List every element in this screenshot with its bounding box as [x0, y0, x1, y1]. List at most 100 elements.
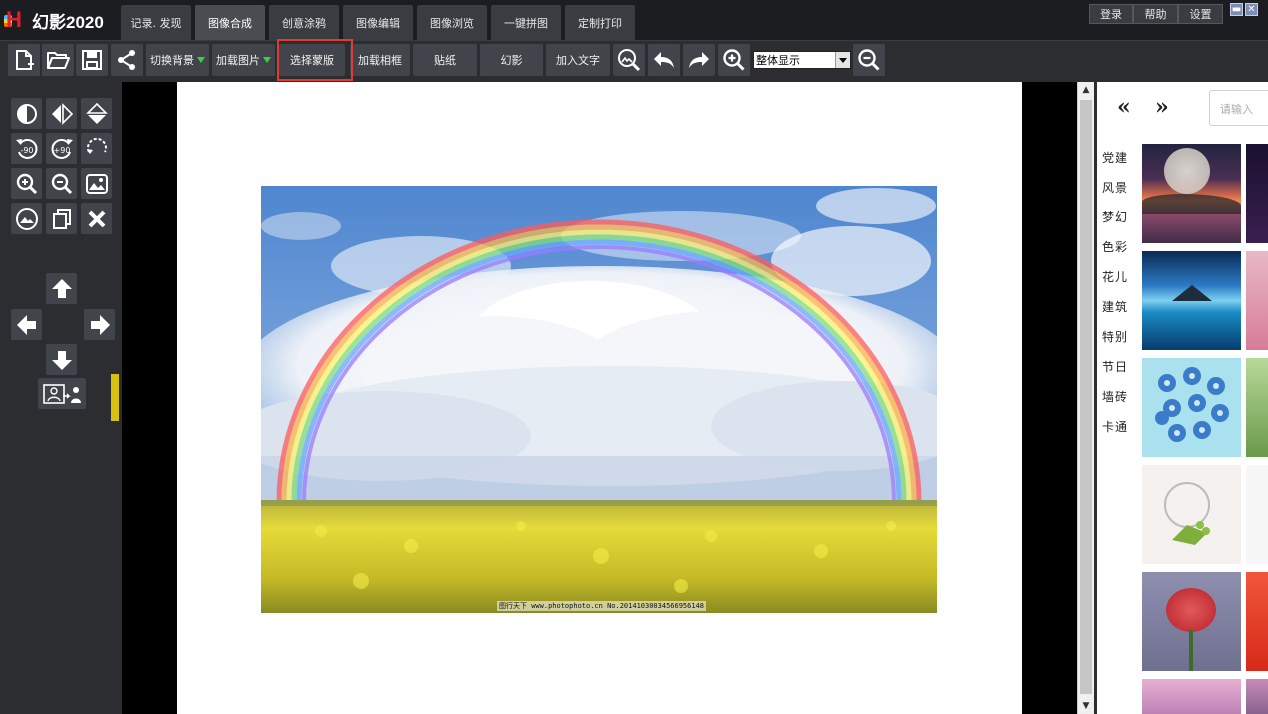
- panel-collapse-handle[interactable]: [111, 374, 119, 421]
- material-thumb-night-sky[interactable]: [1246, 144, 1268, 243]
- undo-button[interactable]: [648, 44, 680, 76]
- category-scenery[interactable]: 风景: [1102, 179, 1128, 196]
- tab-image-edit[interactable]: 图像编辑: [343, 5, 413, 40]
- save-button[interactable]: [76, 44, 108, 76]
- category-architecture[interactable]: 建筑: [1102, 298, 1128, 315]
- fit-image-button[interactable]: [81, 168, 112, 199]
- add-text-button[interactable]: 加入文字: [546, 44, 610, 76]
- rotate-right-90-icon: +90: [51, 138, 73, 159]
- sticker-button[interactable]: 贴纸: [413, 44, 477, 76]
- material-thumb-moon-lake[interactable]: [1142, 144, 1241, 243]
- material-thumb-green-flowers[interactable]: [1246, 358, 1268, 457]
- category-color[interactable]: 色彩: [1102, 238, 1128, 255]
- image-zoom-out-button[interactable]: [46, 168, 77, 199]
- image-frame-button[interactable]: [11, 203, 42, 234]
- material-search-input[interactable]: 请输入: [1209, 90, 1268, 126]
- tab-record-discover[interactable]: 记录. 发现: [121, 5, 191, 40]
- material-thumb-red-rose[interactable]: [1142, 572, 1241, 671]
- material-thumb-pink-blossom[interactable]: [1142, 679, 1241, 714]
- arrow-down-icon: [51, 350, 72, 370]
- material-thumb-purple[interactable]: [1246, 679, 1268, 714]
- load-picture-label: 加载图片: [216, 54, 260, 67]
- category-cartoon[interactable]: 卡通: [1102, 418, 1128, 435]
- chevron-down-icon: [835, 52, 850, 68]
- undo-icon: [654, 52, 674, 68]
- category-flowers[interactable]: 花儿: [1102, 268, 1128, 285]
- category-special[interactable]: 特别: [1102, 328, 1128, 345]
- tab-creative-graffiti[interactable]: 创意涂鸦: [269, 5, 339, 40]
- flip-vertical-button[interactable]: [81, 98, 112, 129]
- material-thumb-blue-flowers[interactable]: [1142, 358, 1241, 457]
- material-thumb-pink-petals[interactable]: [1246, 251, 1268, 350]
- rotate-right-90-button[interactable]: +90: [46, 133, 77, 164]
- redo-button[interactable]: [683, 44, 715, 76]
- material-thumb-blue-lake[interactable]: [1142, 251, 1241, 350]
- category-wall-tiles[interactable]: 墙砖: [1102, 388, 1128, 405]
- image-search-icon: [618, 49, 641, 72]
- tab-one-click-collage[interactable]: 一键拼图: [491, 5, 561, 40]
- scroll-up-arrow-icon[interactable]: ▲: [1078, 82, 1094, 98]
- image-frame-icon: [15, 207, 38, 230]
- category-fantasy[interactable]: 梦幻: [1102, 208, 1128, 225]
- landscape-image-icon: [85, 173, 108, 194]
- scroll-down-arrow-icon[interactable]: ▼: [1078, 698, 1094, 714]
- free-rotate-button[interactable]: [81, 133, 112, 164]
- contrast-button[interactable]: [11, 98, 42, 129]
- rainbow-field-image: [261, 186, 937, 613]
- next-page-button[interactable]: »: [1155, 94, 1169, 120]
- move-right-button[interactable]: [84, 309, 115, 340]
- material-thumb-red-flowers[interactable]: [1246, 572, 1268, 671]
- load-picture-button[interactable]: 加载图片: [212, 44, 275, 76]
- category-party-building[interactable]: 党建: [1102, 149, 1128, 166]
- tab-custom-print[interactable]: 定制打印: [565, 5, 635, 40]
- zoom-out-button[interactable]: [853, 44, 885, 76]
- app-window: H 幻影2020 记录. 发现 图像合成 创意涂鸦 图像编辑 图像浏览 一键拼图…: [0, 0, 1268, 714]
- flip-horizontal-button[interactable]: [46, 98, 77, 129]
- settings-button[interactable]: 设置: [1178, 4, 1223, 24]
- copy-icon: [52, 208, 71, 229]
- tab-image-composite[interactable]: 图像合成: [195, 5, 265, 40]
- image-search-button[interactable]: [613, 44, 645, 76]
- arrow-right-icon: [90, 314, 110, 335]
- app-name: 幻影2020: [32, 12, 104, 32]
- prev-page-button[interactable]: «: [1117, 94, 1131, 120]
- move-up-button[interactable]: [46, 273, 77, 304]
- left-tool-panel: -90 +90: [0, 82, 122, 714]
- save-icon: [82, 50, 102, 70]
- contrast-icon: [16, 103, 37, 124]
- arrow-up-icon: [51, 278, 72, 298]
- dropdown-arrow-icon: [197, 57, 205, 63]
- material-thumb-glass-plant[interactable]: [1142, 465, 1241, 564]
- portrait-mode-button[interactable]: [38, 378, 86, 409]
- canvas-paper: 图行天下 www.photophoto.cn No.20141030034566…: [177, 82, 1022, 714]
- tab-image-browse[interactable]: 图像浏览: [417, 5, 487, 40]
- rotate-left-90-button[interactable]: -90: [11, 133, 42, 164]
- delete-layer-button[interactable]: [81, 203, 112, 234]
- category-holiday[interactable]: 节日: [1102, 358, 1128, 375]
- canvas-area[interactable]: 图行天下 www.photophoto.cn No.20141030034566…: [122, 82, 1077, 714]
- scrollbar-thumb[interactable]: [1080, 100, 1092, 694]
- login-button[interactable]: 登录: [1089, 4, 1133, 24]
- free-rotate-icon: [86, 137, 107, 154]
- zoom-in-icon: [16, 173, 37, 194]
- zoom-mode-select[interactable]: 整体显示: [753, 51, 851, 69]
- open-folder-button[interactable]: [42, 44, 74, 76]
- zoom-in-button[interactable]: [718, 44, 750, 76]
- close-window-button[interactable]: ✕: [1245, 3, 1258, 16]
- canvas-vertical-scrollbar[interactable]: ▲ ▼: [1077, 82, 1094, 714]
- move-left-button[interactable]: [11, 309, 42, 340]
- material-thumb-white-pattern[interactable]: [1246, 465, 1268, 564]
- close-icon: [88, 210, 105, 227]
- move-down-button[interactable]: [46, 344, 77, 375]
- phantom-button[interactable]: 幻影: [480, 44, 543, 76]
- image-zoom-in-button[interactable]: [11, 168, 42, 199]
- switch-background-button[interactable]: 切换背景: [146, 44, 209, 76]
- svg-text:-90: -90: [20, 146, 33, 155]
- minimize-button[interactable]: ▬: [1230, 3, 1243, 16]
- help-button[interactable]: 帮助: [1133, 4, 1178, 24]
- load-frame-button[interactable]: 加载相框: [350, 44, 410, 76]
- new-file-button[interactable]: [8, 44, 40, 76]
- copy-layer-button[interactable]: [46, 203, 77, 234]
- share-button[interactable]: [111, 44, 143, 76]
- canvas-photo[interactable]: 图行天下 www.photophoto.cn No.20141030034566…: [261, 186, 937, 613]
